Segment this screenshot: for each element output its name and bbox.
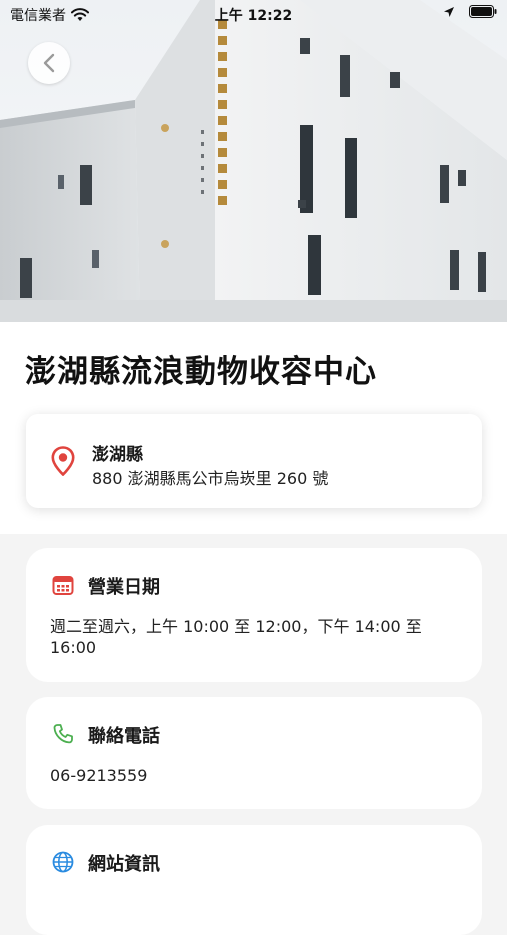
battery-icon <box>469 5 497 18</box>
address-street: 880 澎湖縣馬公市烏崁里 260 號 <box>92 469 329 488</box>
location-pin-icon <box>51 446 75 476</box>
back-button[interactable] <box>28 42 70 84</box>
building-illustration <box>0 0 507 322</box>
phone-icon <box>53 724 73 744</box>
location-arrow-icon <box>444 6 454 17</box>
hours-title: 營業日期 <box>88 577 160 598</box>
website-card: 網站資訊 <box>26 825 482 935</box>
status-right-group <box>443 5 497 18</box>
hero-photo: 電信業者 上午 12:22 <box>0 0 507 322</box>
globe-icon <box>52 851 74 873</box>
status-bar: 電信業者 上午 12:22 <box>0 0 507 28</box>
hours-text: 週二至週六，上午 10:00 至 12:00，下午 14:00 至 16:00 <box>50 617 422 657</box>
hours-card: 營業日期 週二至週六，上午 10:00 至 12:00，下午 14:00 至 1… <box>26 548 482 682</box>
calendar-icon <box>52 576 74 595</box>
address-county: 澎湖縣 <box>92 445 143 465</box>
status-time: 上午 12:22 <box>214 8 293 24</box>
phone-card: 聯絡電話 06-9213559 <box>26 697 482 809</box>
chevron-left-icon <box>43 53 55 73</box>
website-title: 網站資訊 <box>88 854 160 875</box>
phone-title: 聯絡電話 <box>88 726 160 747</box>
page-title: 澎湖縣流浪動物收容中心 <box>25 354 377 390</box>
address-card[interactable]: 澎湖縣 880 澎湖縣馬公市烏崁里 260 號 <box>26 414 482 508</box>
phone-number[interactable]: 06-9213559 <box>50 765 460 786</box>
